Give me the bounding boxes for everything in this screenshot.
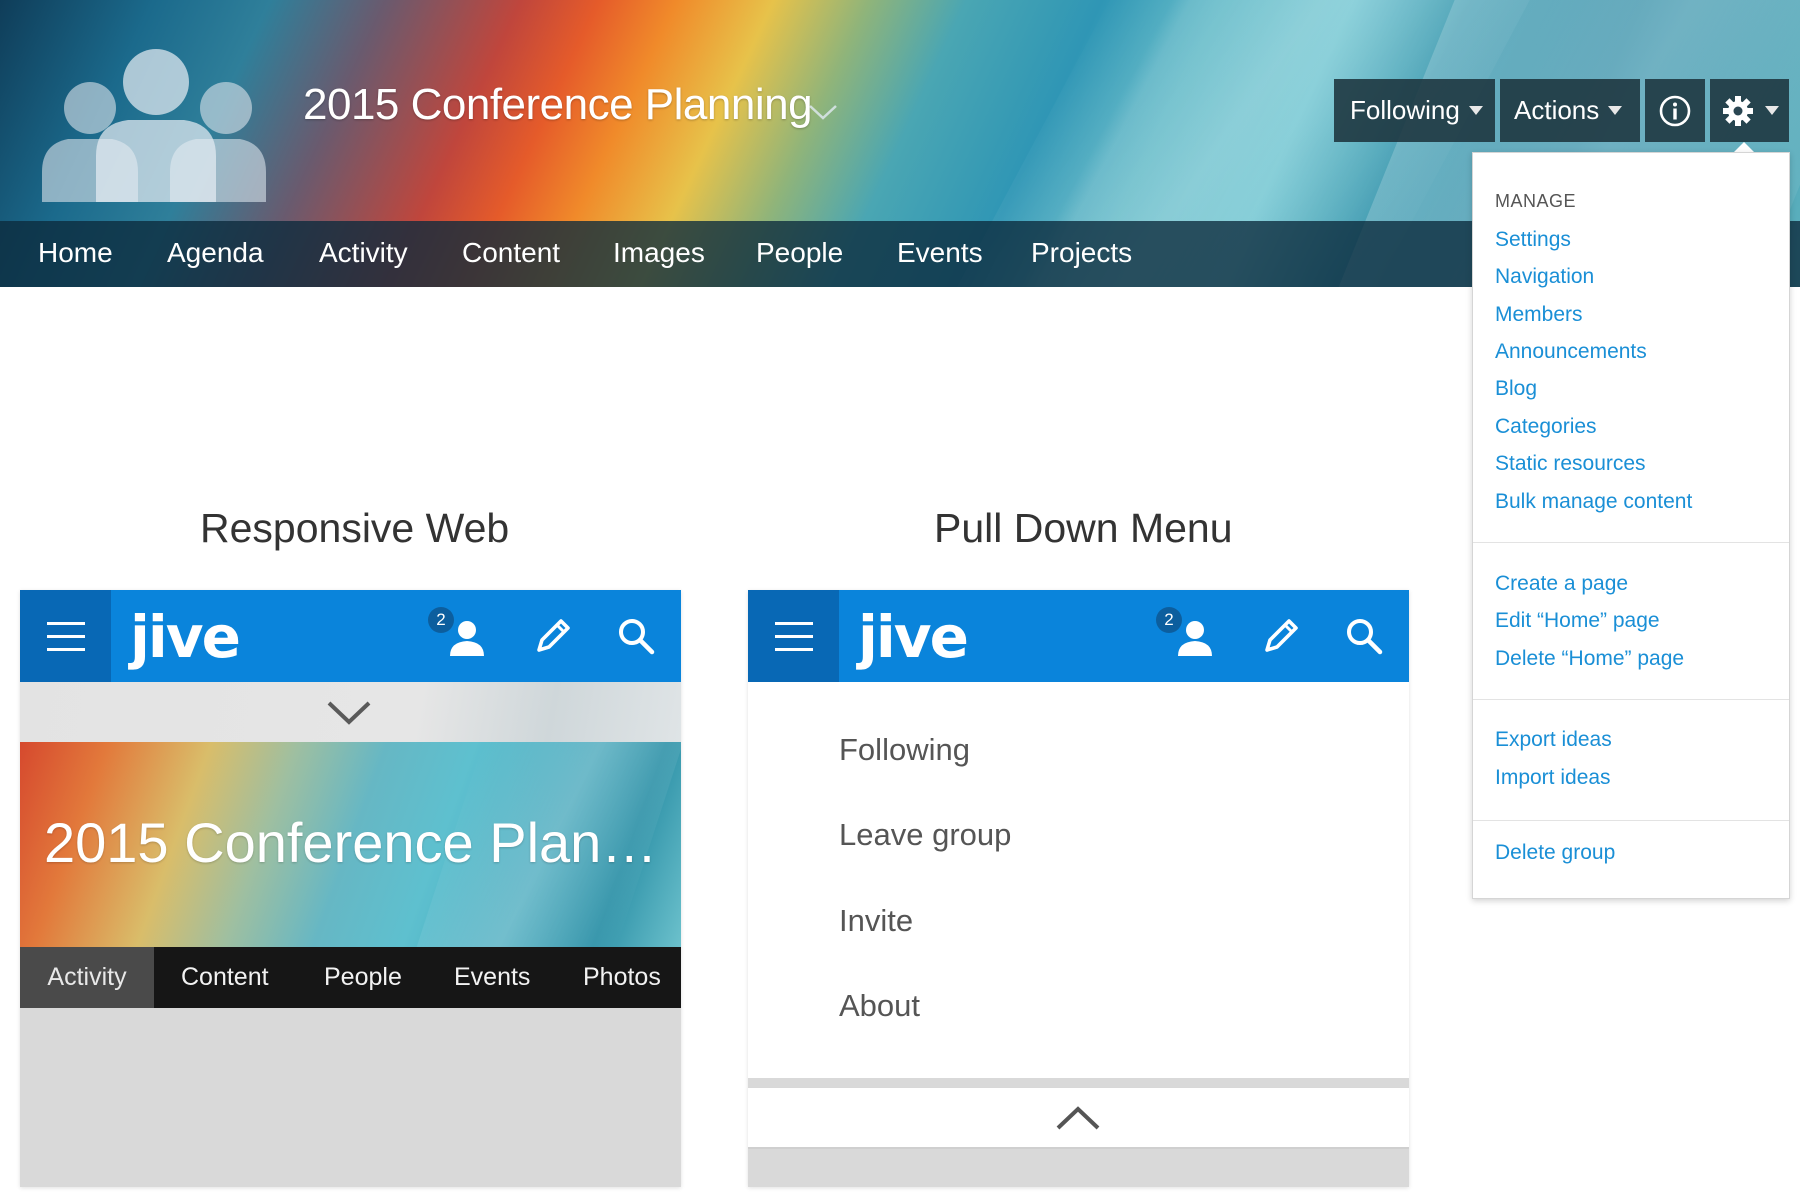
- nav-projects[interactable]: Projects: [1031, 237, 1132, 269]
- import-ideas-link[interactable]: Import ideas: [1495, 766, 1611, 790]
- manage-static-resources-link[interactable]: Static resources: [1495, 452, 1646, 476]
- nav-images[interactable]: Images: [613, 237, 705, 269]
- manage-members-link[interactable]: Members: [1495, 303, 1583, 327]
- collapse-menu-toggle[interactable]: [748, 1087, 1409, 1149]
- pull-down-menu-panel: Following Leave group Invite About: [748, 682, 1409, 1078]
- hamburger-icon: [775, 648, 813, 651]
- gear-icon: [1723, 95, 1753, 126]
- caret-down-icon: [1608, 106, 1623, 115]
- manage-navigation-link[interactable]: Navigation: [1495, 265, 1594, 289]
- following-button[interactable]: Following: [1334, 79, 1495, 142]
- manage-heading: MANAGE: [1495, 191, 1577, 211]
- nav-activity[interactable]: Activity: [319, 237, 408, 269]
- nav-content[interactable]: Content: [462, 237, 560, 269]
- pull-down-menu-mockup: jive 2 Following Leave group Invite Abou…: [748, 590, 1409, 1187]
- mobile-tab-bar: Activity Content People Events Photos: [20, 947, 681, 1008]
- delete-home-page-link[interactable]: Delete “Home” page: [1495, 647, 1684, 671]
- mobile-group-title: 2015 Conference Planning: [44, 811, 664, 874]
- chevron-down-icon[interactable]: [808, 104, 838, 120]
- search-icon[interactable]: [616, 616, 656, 656]
- manage-announcements-link[interactable]: Announcements: [1495, 340, 1647, 364]
- pull-down-menu-heading: Pull Down Menu: [934, 505, 1233, 551]
- actions-label: Actions: [1514, 95, 1600, 125]
- manage-bulk-content-link[interactable]: Bulk manage content: [1495, 490, 1692, 514]
- hamburger-icon: [47, 622, 85, 625]
- caret-down-icon: [1765, 106, 1779, 115]
- following-label: Following: [1350, 95, 1460, 125]
- responsive-web-heading: Responsive Web: [200, 505, 510, 551]
- jive-logo[interactable]: jive: [858, 608, 969, 666]
- tab-people[interactable]: People: [324, 947, 402, 1008]
- notification-badge: 2: [1156, 607, 1182, 633]
- manage-settings-link[interactable]: Settings: [1495, 228, 1571, 252]
- nav-agenda[interactable]: Agenda: [167, 237, 264, 269]
- manage-gear-button[interactable]: [1710, 79, 1789, 142]
- mobile-group-banner: 2015 Conference Planning: [20, 742, 681, 947]
- delete-group-link[interactable]: Delete group: [1495, 841, 1615, 865]
- hamburger-icon: [47, 635, 85, 638]
- collapse-header-toggle[interactable]: [20, 682, 681, 742]
- jive-logo[interactable]: jive: [130, 608, 241, 666]
- tab-content[interactable]: Content: [181, 947, 269, 1008]
- tab-events[interactable]: Events: [454, 947, 530, 1008]
- hamburger-menu-button[interactable]: [748, 590, 839, 682]
- chevron-down-icon: [327, 701, 371, 725]
- hamburger-menu-button[interactable]: [20, 590, 111, 682]
- nav-events[interactable]: Events: [897, 237, 983, 269]
- menu-item-invite[interactable]: Invite: [839, 903, 913, 939]
- notification-badge: 2: [428, 607, 454, 633]
- hamburger-icon: [775, 635, 813, 638]
- info-icon: [1659, 95, 1691, 126]
- manage-categories-link[interactable]: Categories: [1495, 415, 1597, 439]
- manage-dropdown-menu: MANAGE Settings Navigation Members Annou…: [1472, 152, 1790, 899]
- menu-item-following[interactable]: Following: [839, 732, 970, 768]
- manage-blog-link[interactable]: Blog: [1495, 377, 1537, 401]
- search-icon[interactable]: [1344, 616, 1384, 656]
- caret-down-icon: [1468, 106, 1483, 115]
- mobile-top-bar: jive 2: [20, 590, 681, 682]
- menu-item-leave-group[interactable]: Leave group: [839, 817, 1011, 853]
- nav-home[interactable]: Home: [38, 237, 113, 269]
- pencil-icon[interactable]: [1261, 616, 1301, 656]
- tab-activity[interactable]: Activity: [20, 947, 154, 1008]
- group-title[interactable]: 2015 Conference Planning: [303, 80, 813, 130]
- actions-button[interactable]: Actions: [1500, 79, 1640, 142]
- chevron-up-icon: [1056, 1106, 1100, 1130]
- menu-divider: [1473, 542, 1789, 543]
- hamburger-icon: [47, 648, 85, 651]
- nav-people[interactable]: People: [756, 237, 843, 269]
- menu-divider: [1473, 699, 1789, 700]
- edit-home-page-link[interactable]: Edit “Home” page: [1495, 609, 1660, 633]
- menu-divider: [1473, 820, 1789, 821]
- group-avatar-icon: [42, 49, 266, 202]
- responsive-web-mockup: jive 2 2015 Conference Planning Activity…: [20, 590, 681, 1187]
- export-ideas-link[interactable]: Export ideas: [1495, 728, 1612, 752]
- info-button[interactable]: [1645, 79, 1705, 142]
- create-page-link[interactable]: Create a page: [1495, 572, 1628, 596]
- hamburger-icon: [775, 622, 813, 625]
- tab-photos[interactable]: Photos: [583, 947, 661, 1008]
- pencil-icon[interactable]: [533, 616, 573, 656]
- mobile-top-bar: jive 2: [748, 590, 1409, 682]
- menu-item-about[interactable]: About: [839, 988, 920, 1024]
